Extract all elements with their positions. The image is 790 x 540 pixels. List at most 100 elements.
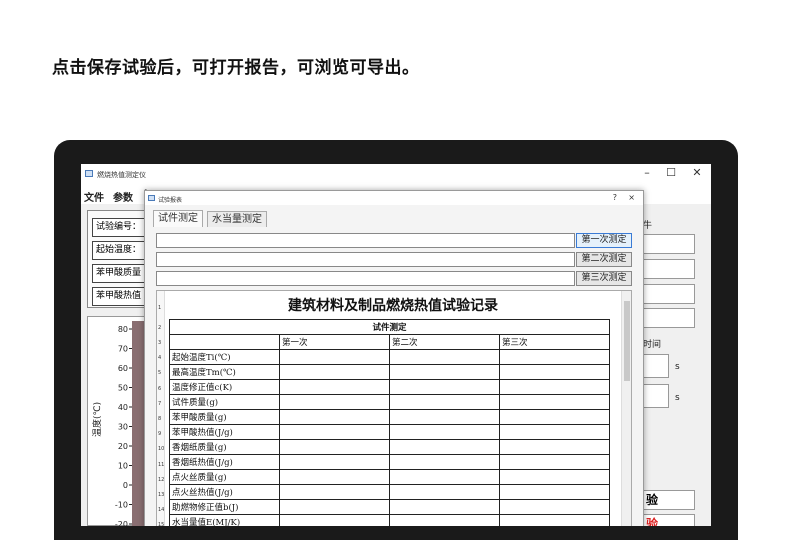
time-field-2[interactable] [641,384,669,408]
table-cell[interactable] [499,409,610,425]
start-temp-label: 起始温度： [92,241,148,260]
table-cell[interactable] [279,499,390,515]
right-panel: 牛 时间 s s 验 验 [641,204,711,526]
table-cell[interactable] [389,469,500,485]
table-cell[interactable] [389,484,500,500]
right-field-1[interactable] [641,234,695,254]
table-cell[interactable] [279,484,390,500]
chart-tick-label: 70 [118,345,128,354]
row-label: 最高温度Tm(℃) [169,364,280,380]
screen: 燃烧热值测定仪 – ☐ ✕ 文件 参数 i 试验编号： 起始温度： 苯甲酸质量 … [81,164,711,526]
app-icon [85,170,93,177]
test-button-red[interactable]: 验 [641,514,695,526]
test-number-label: 试验编号： [92,218,148,237]
row-number: 1 [158,305,162,311]
table-cell[interactable] [499,379,610,395]
table-cell[interactable] [499,484,610,500]
table-cell[interactable] [389,514,500,526]
right-field-2[interactable] [641,259,695,279]
tab-water-equivalent[interactable]: 水当量测定 [207,211,267,227]
table-cell[interactable] [279,514,390,526]
row-number: 9 [158,431,162,438]
maximize-button[interactable]: ☐ [661,166,681,179]
time-label: 时间 [643,340,662,350]
menu-params[interactable]: 参数 [113,189,133,204]
table-cell[interactable] [279,349,390,365]
help-button[interactable]: ? [613,193,617,202]
row-label: 苯甲酸质量(g) [169,409,280,425]
table-cell[interactable] [389,364,500,380]
right-field-3[interactable] [641,284,695,304]
sheet-scrollbar[interactable] [621,291,631,526]
table-cell[interactable] [389,379,500,395]
menu-file[interactable]: 文件 [84,189,104,204]
table-cell[interactable] [499,514,610,526]
header-col-2: 第二次 [389,334,500,350]
test-2-path-field[interactable] [156,252,575,267]
table-cell[interactable] [279,424,390,440]
table-cell[interactable] [499,439,610,455]
chart-tick-label: 10 [118,462,128,471]
table-cell[interactable] [389,349,500,365]
right-field-4[interactable] [641,308,695,328]
test-1-path-field[interactable] [156,233,575,248]
table-cell[interactable] [389,439,500,455]
table-cell[interactable] [499,424,610,440]
table-cell[interactable] [389,394,500,410]
header-col-1: 第一次 [279,334,390,350]
row-number: 10 [158,446,165,453]
chart-tick-label: 0 [123,481,128,490]
tab-specimen-test[interactable]: 试件测定 [153,210,203,227]
first-test-button[interactable]: 第一次测定 [576,233,632,248]
table-cell[interactable] [279,379,390,395]
table-row: 最高温度Tm(℃) [169,364,610,380]
test-3-path-field[interactable] [156,271,575,286]
chart-tick-label: 50 [118,384,128,393]
table-cell[interactable] [499,499,610,515]
report-sheet: 1 2 3 4 5 6 7 8 9 10 11 12 13 14 15 建筑材料及制品燃烧热值试验记录 试件… [156,290,632,526]
second-test-button[interactable]: 第二次测定 [576,252,632,267]
chart-ylabel: 温度(℃) [91,402,103,437]
table-cell[interactable] [279,454,390,470]
table-cell[interactable] [389,409,500,425]
header-blank [169,334,280,350]
table-cell[interactable] [279,439,390,455]
table-cell[interactable] [499,454,610,470]
scrollbar-thumb[interactable] [624,301,630,381]
minimize-button[interactable]: – [637,166,657,179]
table-cell[interactable] [389,454,500,470]
row-label: 香烟纸热值(J/g) [169,454,280,470]
table-cell[interactable] [499,394,610,410]
row-number: 5 [158,370,162,377]
table-cell[interactable] [499,364,610,380]
table-row: 香烟纸质量(g) [169,439,610,455]
close-button[interactable]: ✕ [687,166,707,179]
table-cell[interactable] [279,409,390,425]
row-number: 3 [158,340,162,346]
table-cell[interactable] [499,469,610,485]
test-button[interactable]: 验 [641,490,695,510]
table-cell[interactable] [499,349,610,365]
table-cell[interactable] [279,364,390,380]
row-number-gutter: 1 2 3 4 5 6 7 8 9 10 11 12 13 14 15 [157,291,165,526]
report-table: 试件测定 第一次 第二次 第三次 起始温度Ti(℃) 最高温度Tm(℃) 温度修正值… [169,319,610,526]
table-cell[interactable] [279,394,390,410]
table-row: 点火丝质量(g) [169,469,610,485]
chart-tick-label: 80 [118,325,128,334]
dialog-titlebar: 试验报表 ? × [145,191,643,205]
table-cell[interactable] [279,469,390,485]
row-number: 12 [158,476,165,483]
chart-tick-label: 30 [118,423,128,432]
time-field-1[interactable] [641,354,669,378]
table-row: 水当量值E(MJ/K) [169,514,610,526]
table-header-row: 第一次 第二次 第三次 [169,334,610,350]
third-test-button[interactable]: 第三次测定 [576,271,632,286]
dialog-close-button[interactable]: × [628,193,635,202]
table-cell[interactable] [389,424,500,440]
row-label: 苯甲酸热值(J/g) [169,424,280,440]
unit-s-1: s [675,362,680,372]
right-top-char: 牛 [643,221,653,231]
benzoic-heat-label: 苯甲酸热值 [92,287,148,306]
table-cell[interactable] [389,499,500,515]
table-row: 苯甲酸热值(J/g) [169,424,610,440]
